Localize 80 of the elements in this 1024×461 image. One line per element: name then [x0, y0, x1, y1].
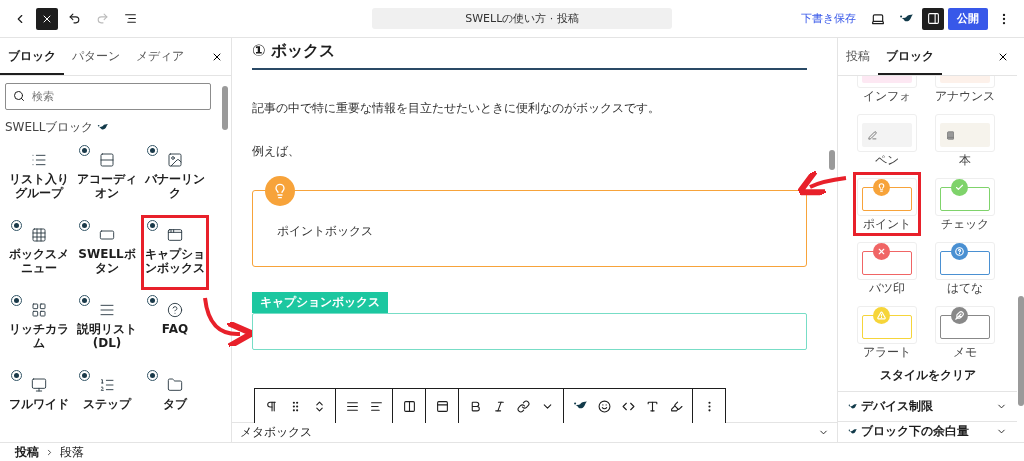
bird-logo-icon: [848, 427, 857, 436]
block-item[interactable]: 説明リスト (DL): [73, 290, 141, 365]
link-icon: [516, 399, 530, 413]
question-icon: [951, 243, 968, 260]
lines-icon: [345, 399, 359, 413]
feather-icon: [951, 307, 968, 324]
list-icon: [31, 152, 47, 168]
columns-icon: [31, 302, 47, 318]
caption-label: キャプションボックス: [252, 292, 388, 313]
block-item[interactable]: ステップ: [73, 365, 141, 440]
block-item[interactable]: FAQ: [141, 290, 209, 365]
italic-icon: [492, 399, 506, 413]
smiley-icon: [597, 399, 611, 413]
panel-tab[interactable]: メディア: [128, 38, 192, 75]
annotation-arrow: [796, 168, 847, 196]
monitor-icon: [31, 377, 47, 393]
panel-tab[interactable]: 投稿: [838, 38, 878, 75]
save-draft-link[interactable]: 下書き保存: [795, 11, 862, 26]
undo-icon: [67, 12, 81, 25]
scrollbar-thumb[interactable]: [829, 150, 835, 170]
lines-icon: [99, 302, 115, 318]
numbered-list-icon: [99, 377, 115, 393]
warning-icon: [873, 307, 890, 324]
document-title-bar[interactable]: SWELLの使い方 · 投稿: [372, 8, 672, 29]
bird-logo-icon: [97, 123, 109, 132]
panel-tab[interactable]: ブロック: [0, 38, 64, 75]
list-view-icon: [123, 12, 137, 25]
pen-icon: [868, 130, 877, 140]
panel-tab[interactable]: パターン: [64, 38, 128, 75]
question-circle-icon: [167, 302, 183, 318]
style-option[interactable]: ポイント: [853, 172, 921, 236]
block-item[interactable]: リスト入りグループ: [5, 140, 73, 215]
publish-button[interactable]: 公開: [948, 7, 988, 30]
redo-icon: [95, 12, 109, 25]
breadcrumb-item[interactable]: 段落: [60, 443, 84, 461]
block-item[interactable]: アコーディオン: [73, 140, 141, 215]
block-item[interactable]: キャプションボックス: [141, 215, 209, 290]
window-icon: [167, 227, 183, 243]
block-item[interactable]: フルワイド: [5, 365, 73, 440]
panel-icon: [435, 399, 449, 413]
block-item[interactable]: タブ: [141, 365, 209, 440]
text-size-icon: [645, 399, 659, 413]
columns-icon: [402, 399, 416, 413]
sidebar-toggle-button[interactable]: [922, 7, 944, 30]
cross-icon: [873, 243, 890, 260]
paragraph: 例えば、: [252, 143, 301, 160]
close-button[interactable]: [36, 7, 58, 30]
category-label: SWELLブロック: [5, 119, 94, 136]
pilcrow-icon: [264, 399, 278, 413]
clear-style-button[interactable]: スタイルをクリア: [838, 366, 1017, 385]
block-item[interactable]: SWELLボタン: [73, 215, 141, 290]
block-item[interactable]: リッチカラム: [5, 290, 73, 365]
rectangle-icon: [99, 227, 115, 243]
block-item[interactable]: バナーリンク: [141, 140, 209, 215]
scrollbar-thumb[interactable]: [222, 86, 228, 130]
section-heading: ① ボックス: [252, 38, 807, 70]
highlighter-icon: [669, 399, 683, 413]
style-option[interactable]: アナウンス: [931, 76, 999, 108]
block-item[interactable]: ボックスメニュー: [5, 215, 73, 290]
grid-icon: [31, 227, 47, 243]
chevron-right-icon: [45, 447, 54, 457]
annotation-arrow: [203, 297, 255, 350]
panel-tab[interactable]: ブロック: [878, 38, 942, 75]
sidebar-icon: [926, 12, 940, 25]
paragraph: 記事の中で特に重要な情報を目立たせたいときに便利なのがボックスです。: [252, 100, 661, 117]
breadcrumb-item[interactable]: 投稿: [15, 443, 39, 461]
style-option[interactable]: インフォ: [853, 76, 921, 108]
bird-logo-icon: [848, 402, 857, 411]
folder-icon: [167, 377, 183, 393]
search-icon: [13, 90, 25, 102]
check-icon: [951, 179, 968, 196]
image-icon: [167, 152, 183, 168]
laptop-icon: [871, 11, 885, 26]
stacked-rows-icon: [99, 152, 115, 168]
book-icon: [946, 130, 955, 140]
lightbulb-icon: [873, 179, 890, 196]
scrollbar-thumb[interactable]: [1018, 296, 1024, 406]
align-left-icon: [369, 399, 383, 413]
box-text: ポイントボックス: [277, 223, 373, 240]
search-field[interactable]: 検索: [5, 83, 211, 110]
